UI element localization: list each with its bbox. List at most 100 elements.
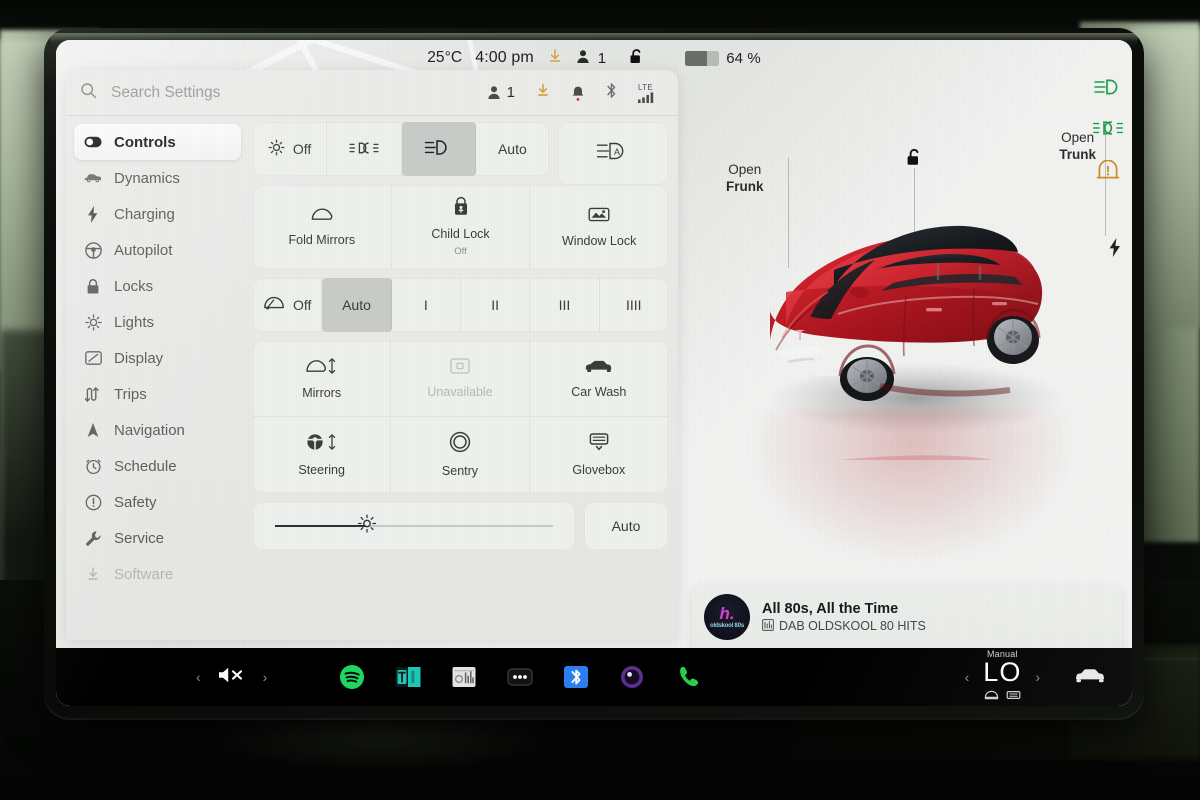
brightness-icon[interactable] xyxy=(357,514,377,539)
search-input[interactable]: Search Settings xyxy=(80,82,475,104)
climate-vent-icons xyxy=(983,688,1021,704)
occupant-count: 1 xyxy=(597,49,607,67)
sidebar-item-service[interactable]: Service xyxy=(74,520,241,556)
wiper-speed-3-button[interactable]: III xyxy=(530,278,600,332)
brightness-track[interactable] xyxy=(275,514,553,533)
glovebox-label: Glovebox xyxy=(572,463,626,477)
sentry-icon xyxy=(449,431,471,457)
sidebar-item-trips[interactable]: Trips xyxy=(74,376,241,412)
battery-icon xyxy=(685,50,720,66)
sidebar-item-autopilot[interactable]: Autopilot xyxy=(74,232,241,268)
steering-button[interactable]: Steering xyxy=(253,417,392,493)
toggle-icon xyxy=(84,136,102,148)
occupant-icon[interactable] xyxy=(576,49,590,68)
child-lock-button[interactable]: Child Lock Off xyxy=(392,185,531,269)
brightness-row: Auto xyxy=(253,502,668,550)
child-lock-label: Child Lock xyxy=(431,227,490,242)
clock: 4:00 pm xyxy=(475,49,534,66)
charge-bolt-icon[interactable] xyxy=(1108,238,1122,262)
window-lock-label: Window Lock xyxy=(562,233,637,248)
lights-off-button[interactable]: Off xyxy=(253,122,328,176)
status-bar: 25°C 4:00 pm 1 64 % xyxy=(56,40,1132,76)
bluetooth-app-icon[interactable] xyxy=(563,664,589,690)
wrench-icon xyxy=(84,530,102,547)
temperature-up-button[interactable]: › xyxy=(1035,669,1040,685)
outside-temperature: 25°C xyxy=(427,49,463,66)
sidebar-item-dynamics[interactable]: Dynamics xyxy=(74,160,241,196)
sentry-button[interactable]: Sentry xyxy=(391,417,530,493)
wiper-auto-button[interactable]: Auto xyxy=(322,278,392,332)
seat-vent-icon[interactable] xyxy=(984,688,999,704)
tunein-app-icon[interactable] xyxy=(395,664,421,690)
wiper-speed-4-button[interactable]: IIII xyxy=(600,278,668,332)
sidebar-item-controls[interactable]: Controls xyxy=(74,124,241,160)
open-frunk-top-label: Open xyxy=(728,162,762,177)
notifications-bell-icon[interactable] xyxy=(571,85,585,101)
climate-readout[interactable]: Manual LO xyxy=(983,650,1021,704)
settings-panel: Search Settings 1 LTE Controls Dynamics … xyxy=(66,70,678,640)
temperature-down-button[interactable]: ‹ xyxy=(965,669,970,685)
parking-lights-indicator-icon xyxy=(1092,119,1124,142)
mirrors-label: Mirrors xyxy=(302,385,342,400)
touchscreen[interactable]: 25°C 4:00 pm 1 64 % Search Settings 1 LT… xyxy=(56,40,1132,706)
sidebar-item-label: Safety xyxy=(114,493,157,511)
download-icon[interactable] xyxy=(547,48,563,68)
mirrors-button[interactable]: Mirrors xyxy=(253,341,392,417)
child-lock-icon xyxy=(452,196,470,220)
auto-high-beam-button[interactable]: A xyxy=(558,122,668,185)
low-beam-icon xyxy=(424,139,452,159)
fold-mirrors-button[interactable]: Fold Mirrors xyxy=(253,185,392,269)
more-apps-icon[interactable] xyxy=(507,664,533,690)
profile-indicator[interactable]: 1 xyxy=(487,84,515,101)
sun-icon xyxy=(84,313,102,331)
sidebar-item-lights[interactable]: Lights xyxy=(74,304,241,340)
car-wash-button[interactable]: Car Wash xyxy=(529,341,668,417)
radio-app-icon[interactable] xyxy=(451,664,477,690)
sidebar-item-schedule[interactable]: Schedule xyxy=(74,448,241,484)
low-beam-button[interactable] xyxy=(401,122,476,176)
dashcam-app-icon[interactable] xyxy=(619,664,645,690)
spotify-app-icon[interactable] xyxy=(339,664,365,690)
sidebar-item-navigation[interactable]: Navigation xyxy=(74,412,241,448)
brightness-auto-button[interactable]: Auto xyxy=(584,502,668,550)
lights-segment-group: Off Auto xyxy=(253,122,549,176)
sidebar-item-software[interactable]: Software xyxy=(74,556,241,592)
sidebar-item-locks[interactable]: Locks xyxy=(74,268,241,304)
unavailable-tile: Unavailable xyxy=(391,341,530,417)
car-front-icon[interactable] xyxy=(1074,665,1106,690)
lights-auto-button[interactable]: Auto xyxy=(476,122,549,176)
auto-high-beam-icon: A xyxy=(596,141,630,166)
sidebar-item-charging[interactable]: Charging xyxy=(74,196,241,232)
cellular-signal-icon[interactable]: LTE xyxy=(638,83,656,103)
unlocked-padlock-icon[interactable] xyxy=(629,48,644,69)
front-vent-icon[interactable] xyxy=(1006,688,1021,704)
controls-column: Off Auto A Fold Mirrors Child Lock Off W… xyxy=(249,116,678,640)
sidebar-item-safety[interactable]: Safety xyxy=(74,484,241,520)
wiper-speed-2-button[interactable]: II xyxy=(461,278,531,332)
wiper-speed-4-label: IIII xyxy=(626,297,642,313)
open-trunk-button[interactable]: Open Trunk xyxy=(1059,130,1096,164)
sidebar-item-label: Locks xyxy=(114,277,154,295)
photo-scene: 25°C 4:00 pm 1 64 % Search Settings 1 LT… xyxy=(0,0,1200,800)
glovebox-button[interactable]: Glovebox xyxy=(530,417,668,493)
battery-indicator[interactable]: 64 % xyxy=(685,50,761,67)
volume-up-button[interactable]: › xyxy=(263,669,268,685)
bluetooth-icon[interactable] xyxy=(605,82,618,104)
steering-wheel-icon xyxy=(84,241,102,259)
brightness-slider[interactable] xyxy=(253,502,575,550)
phone-app-icon[interactable] xyxy=(675,664,701,690)
wiper-speed-3-label: III xyxy=(558,297,571,313)
wiper-speed-1-button[interactable]: I xyxy=(392,278,461,332)
trips-icon xyxy=(84,386,102,402)
window-lock-button[interactable]: Window Lock xyxy=(530,185,668,269)
volume-down-button[interactable]: ‹ xyxy=(196,669,201,685)
parking-lights-icon xyxy=(349,140,379,159)
sidebar-item-label: Display xyxy=(114,349,164,367)
parking-lights-button[interactable] xyxy=(327,122,402,176)
software-update-icon[interactable] xyxy=(535,82,551,103)
album-art[interactable]: h. oldskool 80s xyxy=(704,594,750,640)
wiper-off-button[interactable]: Off xyxy=(253,278,323,332)
volume-mute-icon[interactable] xyxy=(217,665,247,690)
car-front-icon xyxy=(585,358,613,378)
sidebar-item-display[interactable]: Display xyxy=(74,340,241,376)
